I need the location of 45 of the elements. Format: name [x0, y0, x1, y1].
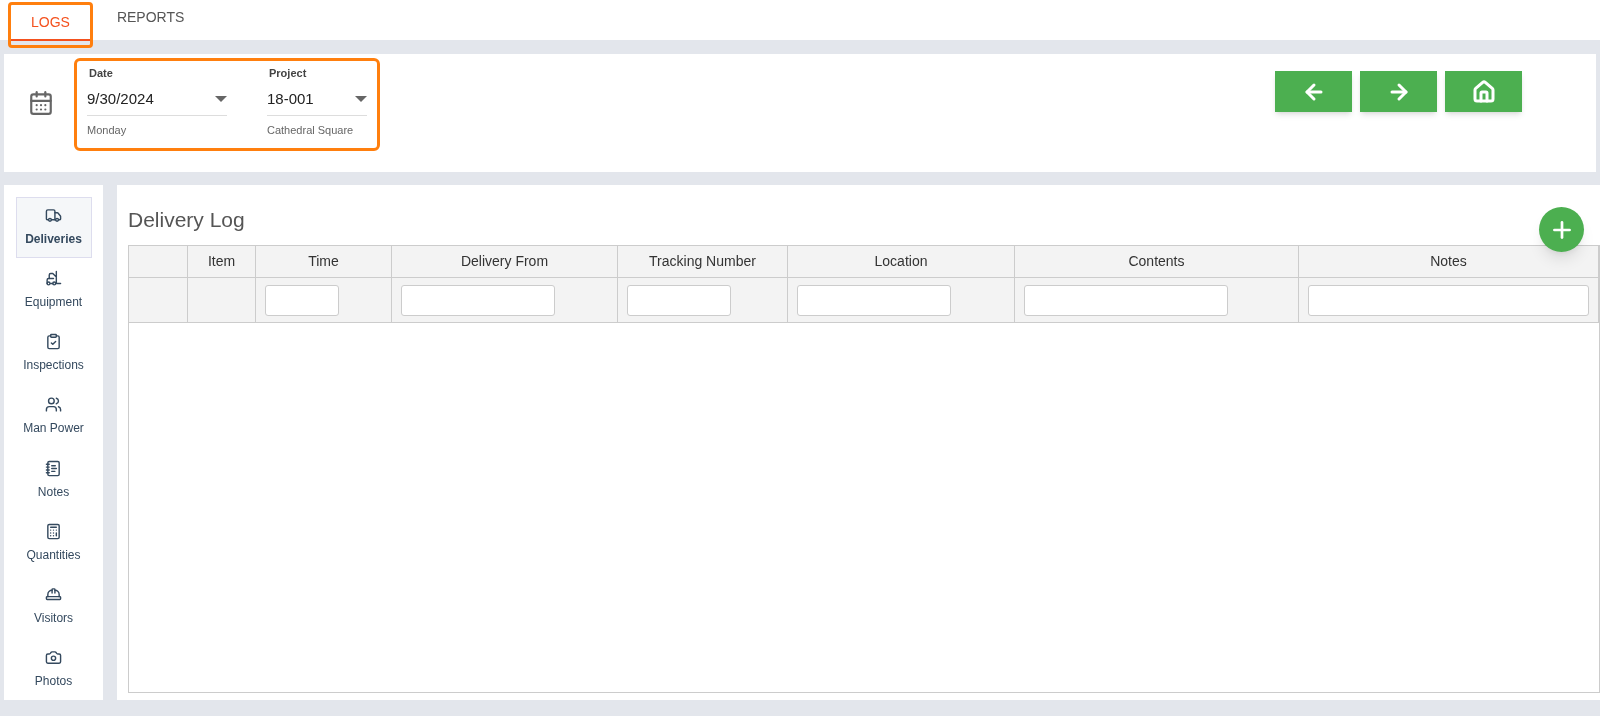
filter-field[interactable]: [265, 284, 339, 316]
filter-field[interactable]: [627, 284, 731, 316]
sidebar-item[interactable]: Deliveries: [15, 197, 92, 259]
page-title: Delivery Log: [128, 208, 245, 231]
sidebar-item[interactable]: Notes: [15, 449, 92, 511]
clipboard-check-icon: [45, 333, 62, 351]
field-label: Date: [89, 66, 114, 81]
filter-field[interactable]: [1024, 284, 1228, 316]
house-icon: [1471, 79, 1496, 104]
column-header: Time: [256, 246, 392, 277]
filter-field[interactable]: [1308, 284, 1589, 316]
sidebar-item[interactable]: Visitors: [15, 575, 92, 637]
sidebar-item[interactable]: Quantities: [15, 512, 92, 574]
column-header: Item: [188, 246, 256, 277]
caret-icon: [215, 96, 227, 102]
calendar-icon: [28, 90, 54, 116]
camera-icon: [45, 649, 62, 666]
truck-icon: [45, 207, 62, 225]
filter-field[interactable]: [401, 284, 555, 316]
column-header: Location: [788, 246, 1015, 277]
column-header: Delivery From: [392, 246, 618, 277]
sidebar-item[interactable]: Photos: [15, 638, 92, 701]
notebook-icon: [45, 459, 62, 477]
column-header: Tracking Number: [618, 246, 788, 277]
sidebar-item[interactable]: Inspections: [15, 323, 92, 385]
tab[interactable]: REPORTS: [96, 0, 205, 36]
field-hint: Monday: [87, 122, 128, 138]
field-label: Project: [269, 66, 308, 81]
home-button[interactable]: [1445, 71, 1522, 112]
sidebar-item[interactable]: Man Power: [15, 386, 92, 448]
column-header: Contents: [1015, 246, 1299, 277]
filter-field[interactable]: [797, 284, 951, 316]
dropdown-field[interactable]: 9/30/2024: [87, 83, 227, 116]
people-icon: [45, 396, 62, 414]
hard-hat-icon: [45, 585, 62, 603]
back-button[interactable]: [1275, 71, 1352, 112]
field-hint: Cathedral Square: [267, 122, 355, 138]
dropdown-field[interactable]: 18-001: [267, 83, 367, 116]
column-header: Notes: [1299, 246, 1599, 277]
sidebar-item[interactable]: Equipment: [15, 260, 92, 322]
caret-icon: [355, 96, 367, 102]
forklift-icon: [45, 270, 62, 288]
forward-button[interactable]: [1360, 71, 1437, 112]
add-button[interactable]: [1539, 207, 1584, 252]
calculator-icon: [45, 522, 62, 540]
